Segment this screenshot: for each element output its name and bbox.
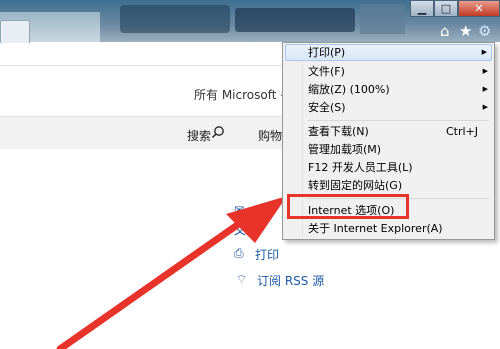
menu-item-print[interactable]: 打印(P) ▶ — [285, 44, 492, 61]
menu-separator — [307, 120, 489, 121]
menu-item-about-ie[interactable]: 关于 Internet Explorer(A) — [285, 220, 492, 237]
menu-item-safety[interactable]: 安全(S) ▶ — [285, 99, 492, 116]
submenu-arrow-icon: ▶ — [482, 103, 488, 111]
menu-item-label: 查看下载(N) — [308, 125, 369, 138]
submenu-arrow-icon: ▶ — [482, 85, 488, 93]
menu-item-label: 打印(P) — [308, 46, 346, 59]
submenu-arrow-icon: ▶ — [482, 67, 488, 75]
menu-item-label: 缩放(Z) (100%) — [308, 83, 390, 96]
menu-item-pinned-sites[interactable]: 转到固定的网站(G) — [285, 177, 492, 194]
menu-item-label: 文件(F) — [308, 65, 345, 78]
menu-item-file[interactable]: 文件(F) ▶ — [285, 63, 492, 80]
menu-item-f12-devtools[interactable]: F12 开发人员工具(L) — [285, 159, 492, 176]
menu-item-label: F12 开发人员工具(L) — [308, 161, 413, 174]
menu-item-manage-addons[interactable]: 管理加载项(M) — [285, 141, 492, 158]
submenu-arrow-icon: ▶ — [481, 48, 487, 56]
menu-item-view-downloads[interactable]: 查看下载(N) Ctrl+J — [285, 123, 492, 140]
menu-item-label: 安全(S) — [308, 101, 346, 114]
menu-item-label: 关于 Internet Explorer(A) — [308, 222, 443, 235]
menu-item-label: 转到固定的网站(G) — [308, 179, 403, 192]
menu-shortcut: Ctrl+J — [445, 125, 478, 138]
menu-item-label: 管理加载项(M) — [308, 143, 382, 156]
annotation-highlight-box — [287, 194, 409, 219]
menu-item-zoom[interactable]: 缩放(Z) (100%) ▶ — [285, 81, 492, 98]
